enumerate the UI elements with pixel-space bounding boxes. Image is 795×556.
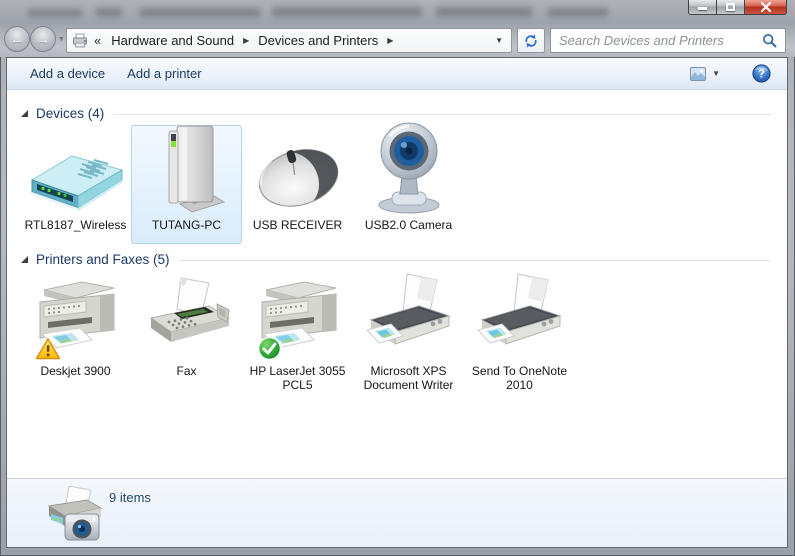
close-icon [760, 2, 771, 12]
collapse-triangle-icon [21, 256, 28, 263]
computer-icon [168, 125, 225, 213]
group-rule [114, 114, 771, 115]
router-icon [30, 155, 123, 211]
close-button[interactable] [745, 0, 787, 15]
printer-label: HP LaserJet 3055 PCL5 [249, 364, 346, 393]
refresh-icon [525, 34, 537, 47]
refresh-button[interactable] [517, 28, 545, 53]
maximize-icon [726, 3, 735, 11]
svg-text:?: ? [758, 69, 765, 81]
views-icon [690, 66, 707, 81]
help-icon: ? [752, 64, 771, 83]
maximize-button[interactable] [717, 0, 745, 15]
items-view: Devices (4) RTL8187_Wireless TUTANG-PC U… [7, 90, 787, 478]
devices-row: RTL8187_Wireless TUTANG-PC USB RECEIVER … [19, 121, 777, 244]
devices-group-header[interactable]: Devices (4) [21, 106, 777, 121]
items-count-label: 9 items [109, 490, 151, 505]
back-button[interactable]: ← [4, 26, 30, 52]
devices-and-printers-window: ← → ▼ « Hardware and Sound ▶ Devices and… [0, 0, 795, 556]
printer-item-fax[interactable]: Fax [131, 271, 242, 395]
printers-group-header[interactable]: Printers and Faxes (5) [21, 252, 777, 267]
collapse-triangle-icon [21, 110, 28, 117]
help-button[interactable]: ? [752, 64, 771, 83]
document-printer-icon [365, 273, 451, 345]
minimize-icon [698, 7, 707, 10]
device-item-tutang-pc[interactable]: TUTANG-PC [131, 125, 242, 244]
command-toolbar: Add a device Add a printer ▼ ? [7, 58, 787, 90]
printer-item-hp-laserjet-3055[interactable]: HP LaserJet 3055 PCL5 [242, 271, 353, 395]
device-label: RTL8187_Wireless [24, 218, 127, 232]
mouse-icon [258, 149, 338, 207]
fax-icon [149, 277, 230, 342]
breadcrumb-overflow-chevron[interactable]: « [94, 33, 101, 48]
group-rule [179, 260, 771, 261]
device-label: TUTANG-PC [151, 218, 222, 232]
details-pane: 9 items [7, 478, 787, 547]
forward-button[interactable]: → [30, 26, 56, 52]
printer-item-send-to-onenote-2010[interactable]: Send To OneNote 2010 [464, 271, 575, 395]
warning-badge-icon [35, 337, 61, 366]
breadcrumb-separator-icon[interactable]: ▶ [382, 36, 398, 45]
printers-group-title: Printers and Faxes (5) [36, 252, 170, 267]
ok-badge-icon [257, 336, 282, 366]
devices-printers-icon [72, 33, 89, 49]
devices-group-title: Devices (4) [36, 106, 105, 121]
printer-item-microsoft-xps-document-writer[interactable]: Microsoft XPS Document Writer [353, 271, 464, 395]
breadcrumb: « Hardware and Sound ▶ Devices and Print… [66, 28, 512, 53]
printer-label: Deskjet 3900 [40, 364, 111, 378]
recent-pages-dropdown[interactable]: ▼ [58, 36, 65, 43]
breadcrumb-separator-icon[interactable]: ▶ [238, 36, 254, 45]
views-dropdown-icon[interactable]: ▼ [712, 69, 720, 78]
title-bar [0, 0, 795, 24]
device-item-usb-receiver[interactable]: USB RECEIVER [242, 125, 353, 244]
selection-summary-icon [45, 484, 103, 549]
add-printer-button[interactable]: Add a printer [116, 60, 212, 87]
printer-label: Fax [176, 364, 197, 378]
device-item-rtl8187-wireless[interactable]: RTL8187_Wireless [20, 125, 131, 244]
breadcrumb-devices-and-printers[interactable]: Devices and Printers [254, 30, 382, 51]
search-box [550, 28, 786, 53]
printers-row: Deskjet 3900 Fax HP LaserJet 3055 PCL5 M… [19, 267, 777, 395]
navigation-bar: ← → ▼ « Hardware and Sound ▶ Devices and… [0, 24, 795, 57]
minimize-button[interactable] [688, 0, 717, 15]
address-dropdown-icon[interactable]: ▼ [487, 36, 511, 45]
document-printer-icon [476, 273, 562, 345]
search-input[interactable] [551, 33, 760, 48]
window-controls [688, 0, 787, 15]
device-item-usb20-camera[interactable]: USB2.0 Camera [353, 122, 464, 244]
search-icon[interactable] [760, 33, 785, 48]
printer-label: Microsoft XPS Document Writer [363, 364, 454, 393]
printer-label: Send To OneNote 2010 [471, 364, 568, 393]
breadcrumb-hardware-and-sound[interactable]: Hardware and Sound [107, 30, 238, 51]
webcam-icon [378, 122, 439, 214]
device-label: USB RECEIVER [252, 218, 343, 232]
device-label: USB2.0 Camera [364, 218, 453, 232]
add-device-button[interactable]: Add a device [19, 60, 116, 87]
views-button[interactable]: ▼ [684, 63, 726, 85]
printer-item-deskjet-3900[interactable]: Deskjet 3900 [20, 271, 131, 395]
window-content: Add a device Add a printer ▼ ? Devices (… [6, 57, 788, 548]
